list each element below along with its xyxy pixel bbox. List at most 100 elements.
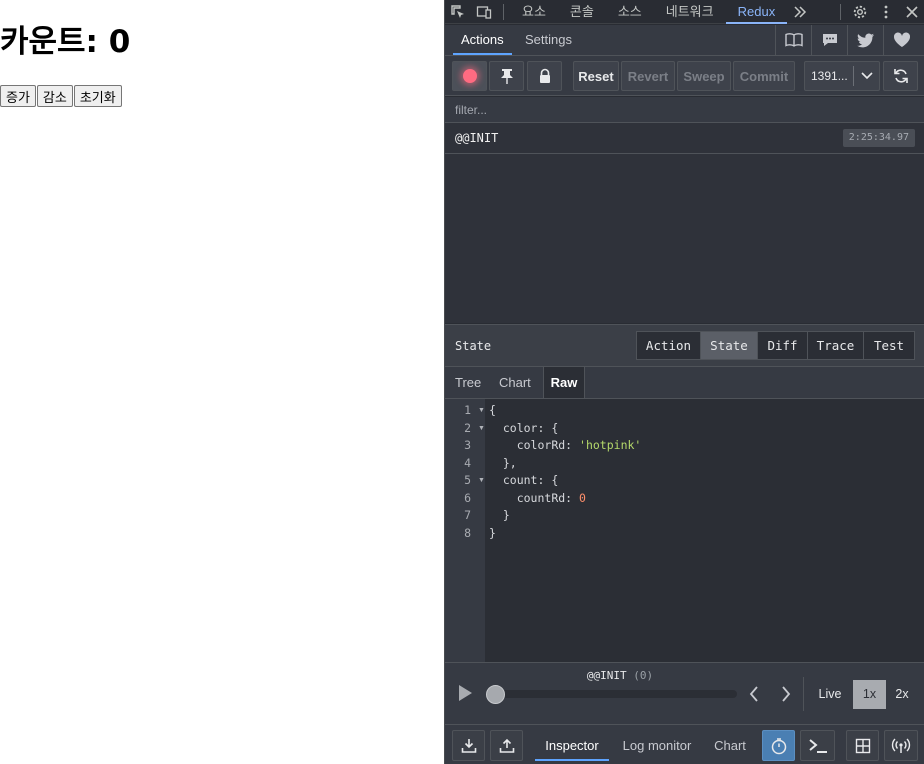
line-number: 1 (464, 403, 471, 417)
tab-chart-monitor[interactable]: Chart (707, 730, 753, 761)
divider (803, 677, 804, 711)
app-page: 카운트: 0 증가 감소 초기화 (0, 0, 444, 764)
decrease-button[interactable]: 감소 (36, 85, 73, 107)
twitter-icon[interactable] (847, 25, 883, 55)
speed-2x-button[interactable]: 2x (888, 680, 916, 709)
redux-toolbar: Reset Revert Sweep Commit 1391... (445, 56, 924, 96)
tab-settings[interactable]: Settings (525, 25, 572, 55)
counter-buttons: 증가 감소 초기화 (0, 85, 123, 107)
bottom-monitor-bar: Inspector Log monitor Chart (445, 724, 924, 764)
commit-button[interactable]: Commit (733, 61, 795, 91)
line-number: 7 (464, 508, 471, 522)
more-tabs-icon[interactable] (787, 0, 813, 24)
close-devtools-icon[interactable] (899, 0, 924, 24)
slider-track[interactable] (487, 690, 737, 698)
view-diff-button[interactable]: Diff (757, 331, 808, 360)
sync-button[interactable] (883, 61, 918, 91)
terminal-icon (808, 738, 827, 753)
fold-caret-icon[interactable]: ▼ (478, 472, 485, 490)
divider (503, 3, 504, 20)
view-test-button[interactable]: Test (863, 331, 915, 360)
import-button[interactable] (452, 730, 485, 761)
action-item[interactable]: @@INIT 2:25:34.97 (445, 123, 924, 154)
tab-elements[interactable]: 요소 (510, 0, 558, 24)
step-back-icon[interactable] (749, 686, 759, 707)
increase-button[interactable]: 증가 (0, 85, 36, 107)
code-line: color: { (502, 420, 559, 435)
action-name: @@INIT (455, 131, 499, 145)
fold-caret-icon[interactable]: ▼ (478, 402, 485, 420)
divider (853, 66, 854, 86)
line-number: 3 (464, 438, 471, 452)
tab-raw[interactable]: Raw (543, 367, 585, 398)
tab-redux[interactable]: Redux (725, 0, 788, 24)
line-number: 8 (464, 525, 471, 540)
slider-toggle-button[interactable] (762, 730, 795, 761)
tab-tree[interactable]: Tree (455, 367, 481, 398)
grid-icon (855, 738, 870, 753)
code-line: count: { (502, 473, 559, 487)
slider-thumb[interactable] (486, 685, 505, 704)
line-gutter: 1 2 3 4 5 6 7 8 ▼ ▼ ▼ (445, 399, 485, 662)
download-icon (461, 738, 476, 753)
view-trace-button[interactable]: Trace (807, 331, 864, 360)
live-button[interactable]: Live (813, 680, 847, 709)
sync-icon (893, 69, 908, 83)
layout-button[interactable] (846, 730, 879, 761)
revert-button[interactable]: Revert (621, 61, 675, 91)
speed-1x-button[interactable]: 1x (853, 680, 886, 709)
tab-sources[interactable]: 소스 (606, 0, 654, 24)
view-state-button[interactable]: State (700, 331, 758, 360)
code-line: } (489, 525, 496, 540)
line-number: 6 (464, 490, 471, 505)
reset-button[interactable]: 초기화 (73, 85, 122, 107)
instance-select[interactable]: 1391... (804, 61, 880, 91)
instance-select-value: 1391... (811, 69, 848, 83)
tab-log-monitor[interactable]: Log monitor (617, 730, 697, 761)
raw-state-editor[interactable]: 1 2 3 4 5 6 7 8 ▼ ▼ ▼ { color: { colorRd… (445, 399, 924, 662)
play-icon[interactable] (457, 684, 473, 707)
fold-caret-icon[interactable]: ▼ (478, 420, 485, 438)
code-line: { (489, 403, 496, 417)
chat-icon[interactable] (811, 25, 847, 55)
pin-button[interactable] (489, 61, 524, 91)
tab-chart[interactable]: Chart (499, 367, 531, 398)
heart-icon[interactable] (883, 25, 919, 55)
tab-inspector[interactable]: Inspector (535, 730, 609, 761)
record-button[interactable] (452, 61, 487, 91)
tab-network[interactable]: 네트워크 (654, 0, 726, 24)
line-number: 2 (464, 420, 471, 435)
code-line: }, (489, 455, 517, 470)
action-timestamp: 2:25:34.97 (842, 129, 915, 147)
inspect-element-icon[interactable] (445, 0, 471, 24)
dispatcher-button[interactable] (800, 730, 835, 761)
action-list: @@INIT 2:25:34.97 (445, 123, 924, 323)
line-number: 4 (464, 455, 471, 470)
book-icon[interactable] (775, 25, 811, 55)
lock-icon (539, 68, 550, 83)
sweep-button[interactable]: Sweep (677, 61, 731, 91)
line-number: 5 (464, 473, 471, 487)
state-panel-header: State Action State Diff Trace Test (445, 324, 924, 367)
tab-console[interactable]: 콘솔 (558, 0, 606, 24)
filter-input[interactable]: filter... (445, 97, 924, 123)
timer-icon (771, 737, 786, 754)
lock-button[interactable] (527, 61, 562, 91)
devtools-tab-bar: 요소 콘솔 소스 네트워크 Redux (445, 0, 924, 24)
time-travel-slider: @@INIT (0) Live 1x 2x (445, 662, 924, 724)
redux-tab-bar: Actions Settings (445, 25, 924, 56)
export-button[interactable] (490, 730, 523, 761)
view-action-button[interactable]: Action (636, 331, 701, 360)
step-forward-icon[interactable] (781, 686, 791, 707)
broadcast-icon (891, 738, 911, 753)
count-heading: 카운트: 0 (0, 24, 131, 60)
code-line: } (489, 508, 510, 522)
settings-gear-icon[interactable] (847, 0, 873, 24)
record-icon (462, 69, 477, 83)
reset-state-button[interactable]: Reset (573, 61, 619, 91)
more-options-icon[interactable] (873, 0, 899, 24)
tab-actions[interactable]: Actions (453, 25, 512, 55)
pin-icon (500, 69, 513, 84)
remote-button[interactable] (884, 730, 918, 761)
device-toolbar-icon[interactable] (471, 0, 497, 24)
